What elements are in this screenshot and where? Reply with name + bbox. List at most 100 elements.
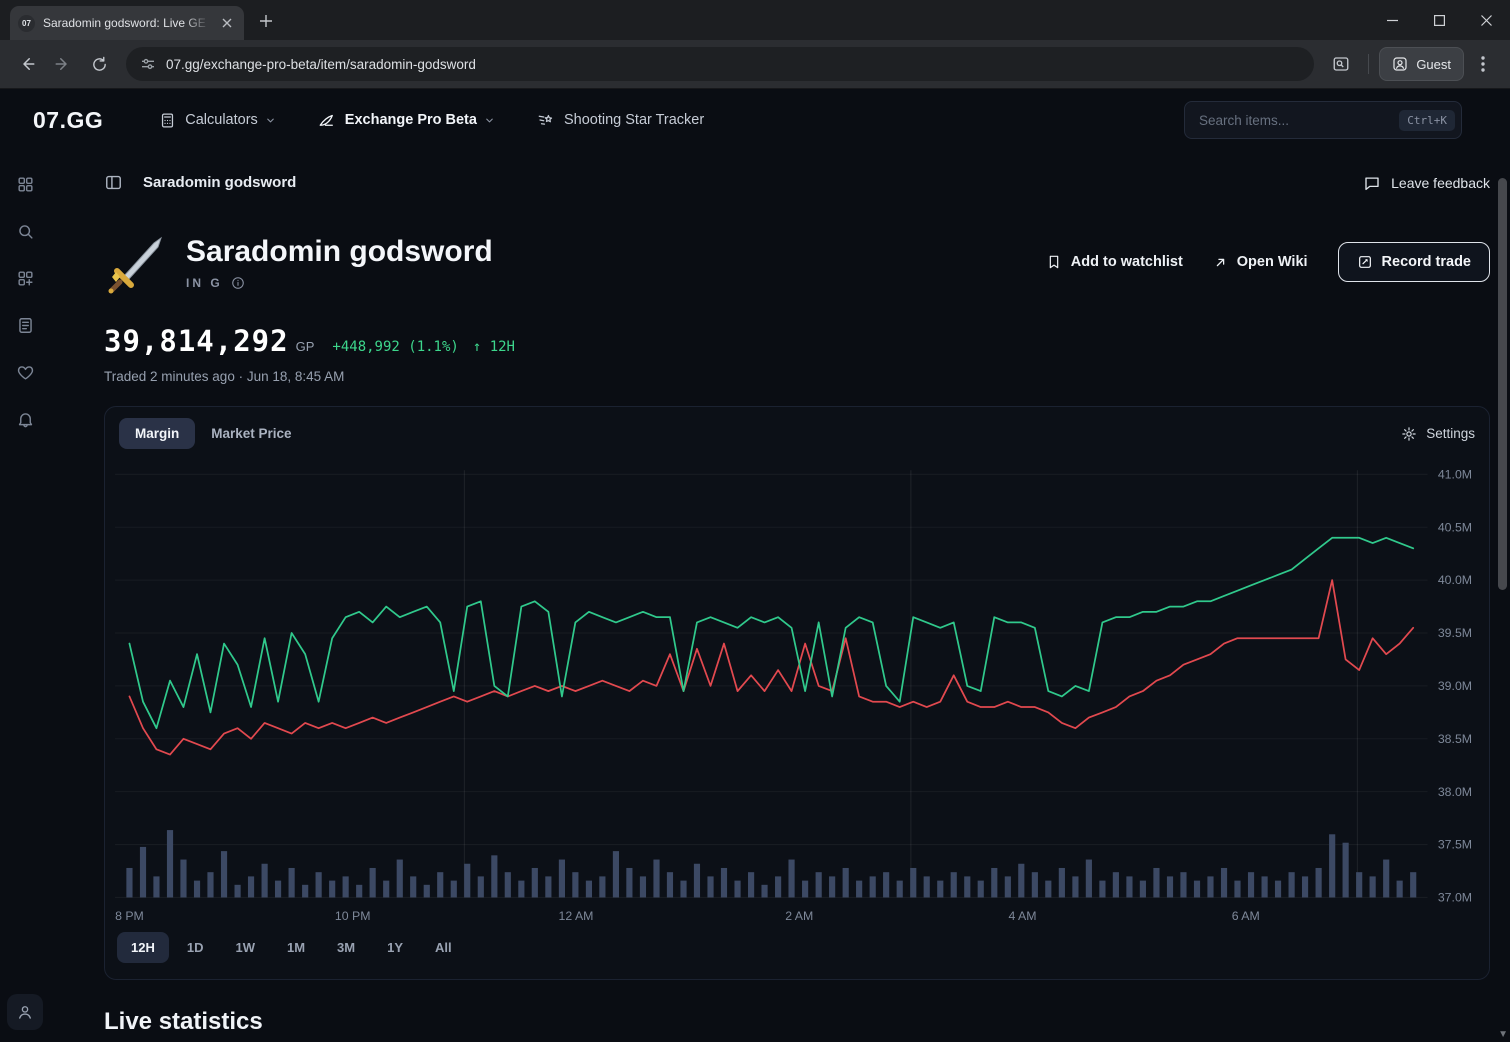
svg-text:39.5M: 39.5M (1438, 626, 1472, 640)
dashboard-grid-icon[interactable] (16, 175, 35, 194)
external-link-icon (1213, 255, 1228, 270)
svg-text:10 PM: 10 PM (335, 909, 371, 923)
chart-area[interactable]: 41.0M 40.5M 40.0M 39.5M 39.0M 38.5M 38.0M 37.5M… (105, 460, 1489, 926)
price-block: 39,814,292 GP +448,992 (1.1%) ↑ 12H (104, 324, 1490, 358)
item-header: Saradomin godsword IN G (104, 230, 1490, 294)
forward-icon[interactable] (46, 47, 80, 81)
search-icon[interactable] (16, 222, 35, 241)
user-icon[interactable] (7, 994, 43, 1030)
record-trade-label: Record trade (1382, 254, 1471, 270)
svg-text:4 AM: 4 AM (1008, 909, 1036, 923)
chart-settings-label: Settings (1426, 426, 1475, 441)
price-chart: 41.0M 40.5M 40.0M 39.5M 39.0M 38.5M 38.0M 37.5M… (113, 462, 1481, 926)
item-actions: Add to watchlist Open Wiki (1046, 242, 1490, 282)
svg-text:41.0M: 41.0M (1438, 467, 1472, 481)
svg-text:38.0M: 38.0M (1438, 785, 1472, 799)
live-statistics-title: Live statistics (104, 1008, 1490, 1036)
bell-icon[interactable] (16, 410, 35, 429)
tab-margin[interactable]: Margin (119, 418, 195, 449)
list-document-icon[interactable] (16, 316, 35, 335)
site-logo[interactable]: 07.GG (33, 107, 103, 134)
item-sprite-saradomin-godsword (104, 230, 168, 294)
scrollbar-thumb[interactable] (1498, 178, 1507, 590)
chevron-down-icon (265, 115, 276, 126)
range-1w[interactable]: 1W (221, 932, 269, 963)
svg-text:38.5M: 38.5M (1438, 732, 1472, 746)
url-text: 07.gg/exchange-pro-beta/item/saradomin-g… (166, 57, 476, 72)
nav-calculators[interactable]: Calculators (159, 112, 276, 129)
browser-toolbar: 07.gg/exchange-pro-beta/item/saradomin-g… (0, 40, 1510, 89)
window-controls (1369, 0, 1510, 40)
info-icon[interactable] (231, 276, 245, 290)
price-trend: ↑ 12H (473, 339, 515, 355)
nav-calculators-label: Calculators (185, 112, 258, 128)
chevron-down-icon (484, 115, 495, 126)
maximize-icon[interactable] (1416, 0, 1463, 40)
left-sidebar (0, 151, 50, 1042)
search-shortcut-badge: Ctrl+K (1399, 110, 1455, 131)
range-12h[interactable]: 12H (117, 932, 169, 963)
page-content: 07.GG Calculators Exchange Pro Beta (0, 89, 1510, 1042)
svg-text:12 AM: 12 AM (559, 909, 594, 923)
chart-settings-button[interactable]: Settings (1401, 426, 1475, 442)
main-content: Saradomin godsword Leave feedback (50, 151, 1510, 1042)
toolbar-divider (1368, 54, 1369, 74)
reload-icon[interactable] (82, 47, 116, 81)
tab-market-price[interactable]: Market Price (195, 418, 307, 449)
record-trade-button[interactable]: Record trade (1338, 242, 1490, 282)
record-trade-icon (1357, 254, 1373, 270)
browser-tab[interactable]: 07 Saradomin godsword: Live GE P (10, 6, 244, 40)
tab-favicon-icon: 07 (18, 15, 35, 32)
url-bar[interactable]: 07.gg/exchange-pro-beta/item/saradomin-g… (126, 47, 1314, 81)
svg-text:2 AM: 2 AM (785, 909, 813, 923)
nav-exchange-pro-label: Exchange Pro Beta (345, 112, 477, 128)
page-scrollbar[interactable]: ▼ (1496, 178, 1510, 1042)
leave-feedback-label: Leave feedback (1391, 175, 1490, 191)
svg-text:6 AM: 6 AM (1232, 909, 1260, 923)
svg-text:37.0M: 37.0M (1438, 891, 1472, 905)
search-placeholder: Search items... (1199, 113, 1399, 128)
open-wiki-label: Open Wiki (1237, 254, 1308, 270)
range-1m[interactable]: 1M (273, 932, 319, 963)
nav-exchange-pro[interactable]: Exchange Pro Beta (318, 111, 495, 129)
item-title-block: Saradomin godsword IN G (186, 235, 493, 290)
svg-text:37.5M: 37.5M (1438, 838, 1472, 852)
nav-shooting-star[interactable]: Shooting Star Tracker (537, 111, 704, 129)
range-1y[interactable]: 1Y (373, 932, 417, 963)
svg-text:40.0M: 40.0M (1438, 573, 1472, 587)
tab-close-icon[interactable] (218, 14, 236, 32)
search-input[interactable]: Search items... Ctrl+K (1184, 101, 1462, 139)
time-range-selector: 12H 1D 1W 1M 3M 1Y All (105, 926, 1489, 979)
search-panel-icon[interactable] (1324, 47, 1358, 81)
range-1d[interactable]: 1D (173, 932, 218, 963)
menu-kebab-icon[interactable] (1466, 47, 1500, 81)
back-icon[interactable] (10, 47, 44, 81)
scroll-down-icon[interactable]: ▼ (1498, 1029, 1508, 1040)
guest-label: Guest (1416, 57, 1451, 72)
breadcrumb: Saradomin godsword Leave feedback (104, 173, 1490, 192)
svg-text:40.5M: 40.5M (1438, 520, 1472, 534)
exchange-wing-icon (318, 111, 336, 129)
item-subtag-row: IN G (186, 276, 493, 290)
chart-card-header: Margin Market Price Settings (105, 407, 1489, 460)
range-3m[interactable]: 3M (323, 932, 369, 963)
panel-toggle-icon[interactable] (104, 173, 123, 192)
nav-shooting-star-label: Shooting Star Tracker (564, 112, 704, 128)
last-traded-text: Traded 2 minutes ago · Jun 18, 8:45 AM (104, 369, 1490, 384)
breadcrumb-title: Saradomin godsword (143, 174, 296, 191)
heart-icon[interactable] (16, 363, 35, 382)
collection-add-icon[interactable] (16, 269, 35, 288)
profile-chip[interactable]: Guest (1379, 47, 1464, 81)
browser-tabstrip: 07 Saradomin godsword: Live GE P (0, 0, 1510, 40)
range-all[interactable]: All (421, 932, 466, 963)
site-settings-icon[interactable] (140, 56, 156, 72)
new-tab-icon[interactable] (252, 7, 280, 35)
svg-text:39.0M: 39.0M (1438, 679, 1472, 693)
svg-text:8 PM: 8 PM (115, 909, 144, 923)
close-icon[interactable] (1463, 0, 1510, 40)
leave-feedback-button[interactable]: Leave feedback (1363, 174, 1490, 192)
minimize-icon[interactable] (1369, 0, 1416, 40)
bookmark-icon (1046, 254, 1062, 270)
add-to-watchlist-button[interactable]: Add to watchlist (1046, 254, 1183, 270)
open-wiki-button[interactable]: Open Wiki (1213, 254, 1308, 270)
